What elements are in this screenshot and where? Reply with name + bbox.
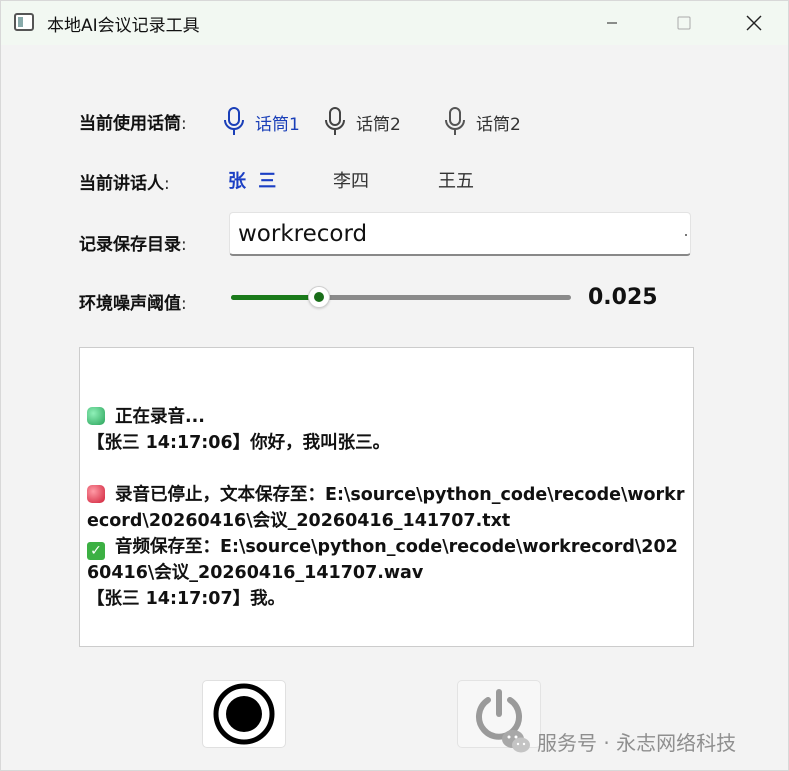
close-button[interactable]: [731, 5, 777, 41]
slider-fill: [231, 295, 320, 300]
speaker-option-wangwu[interactable]: 王五: [438, 167, 474, 193]
microphone-icon: [445, 107, 465, 135]
app-window: 本地AI会议记录工具 当前使用话筒: 话筒1 话筒2 话筒2 当前讲话人: 张 …: [0, 0, 789, 771]
microphone-option-label: 话筒2: [356, 114, 401, 135]
record-icon: [213, 683, 275, 745]
microphone-label-colon: :: [181, 114, 187, 134]
app-icon: [14, 13, 34, 31]
save-dir-value: workrecord: [238, 220, 368, 247]
log-line: 【张三 14:17:06】你好，我叫张三。: [87, 430, 687, 456]
speaker-label: 当前讲话人:: [79, 169, 170, 194]
save-dir-label-colon: :: [181, 235, 187, 255]
microphone-option-3[interactable]: 话筒2: [444, 107, 521, 137]
microphone-icon: [325, 107, 345, 135]
speaker-label-text: 当前讲话人: [79, 174, 164, 194]
save-dir-label-text: 记录保存目录: [79, 235, 181, 255]
noise-threshold-slider[interactable]: [231, 286, 571, 308]
save-dir-label: 记录保存目录:: [79, 230, 187, 255]
noise-threshold-value: 0.025: [588, 285, 658, 310]
log-output[interactable]: 正在录音... 【张三 14:17:06】你好，我叫张三。录音已停止，文本保存至：…: [79, 347, 694, 647]
maximize-button[interactable]: [661, 5, 707, 41]
title-bar[interactable]: 本地AI会议记录工具: [1, 1, 788, 45]
log-line-text: 音频保存至：E:\source\python_code\recode\workr…: [87, 537, 678, 583]
close-icon: [746, 15, 762, 31]
log-line: 录音已停止，文本保存至：E:\source\python_code\recode…: [87, 482, 687, 534]
microphone-option-2[interactable]: 话筒2: [324, 107, 401, 137]
log-line: 【张三 14:17:07】我。: [87, 586, 687, 612]
check-icon: ✓: [87, 542, 105, 560]
minimize-button[interactable]: [589, 5, 635, 41]
window-title: 本地AI会议记录工具: [47, 16, 200, 36]
speaker-label-colon: :: [164, 174, 170, 194]
maximize-icon: [677, 16, 691, 30]
wechat-icon: [502, 729, 530, 752]
input-edge-marker: [685, 234, 687, 236]
watermark: 服务号 · 永志网络科技: [501, 727, 736, 756]
minimize-icon: [607, 22, 617, 24]
noise-label-colon: :: [181, 294, 187, 314]
log-line: 正在录音...: [87, 404, 687, 430]
record-button[interactable]: [202, 680, 286, 748]
log-line-text: 【张三 14:17:06】你好，我叫张三。: [87, 433, 391, 453]
log-line-text: 正在录音...: [115, 407, 205, 427]
red-status-icon: [87, 485, 105, 503]
watermark-text: 服务号 · 永志网络科技: [537, 731, 737, 755]
microphone-option-label: 话筒2: [476, 114, 521, 135]
save-dir-input[interactable]: workrecord: [229, 212, 691, 256]
noise-label-text: 环境噪声阈值: [79, 294, 181, 314]
microphone-label-text: 当前使用话筒: [79, 114, 181, 134]
microphone-icon: [224, 107, 244, 135]
log-line-text: 录音已停止，文本保存至：E:\source\python_code\recode…: [87, 485, 685, 531]
speaker-option-lisi[interactable]: 李四: [333, 167, 369, 193]
microphone-option-label: 话筒1: [255, 114, 300, 135]
microphone-option-1[interactable]: 话筒1: [223, 107, 300, 137]
noise-label: 环境噪声阈值:: [79, 289, 187, 314]
speaker-option-zhangsan[interactable]: 张 三: [228, 167, 279, 193]
microphone-label: 当前使用话筒:: [79, 109, 187, 134]
log-line: ✓ 音频保存至：E:\source\python_code\recode\work…: [87, 534, 687, 586]
green-status-icon: [87, 407, 105, 425]
log-line-text: 【张三 14:17:07】我。: [87, 589, 286, 609]
slider-thumb[interactable]: [308, 286, 331, 308]
